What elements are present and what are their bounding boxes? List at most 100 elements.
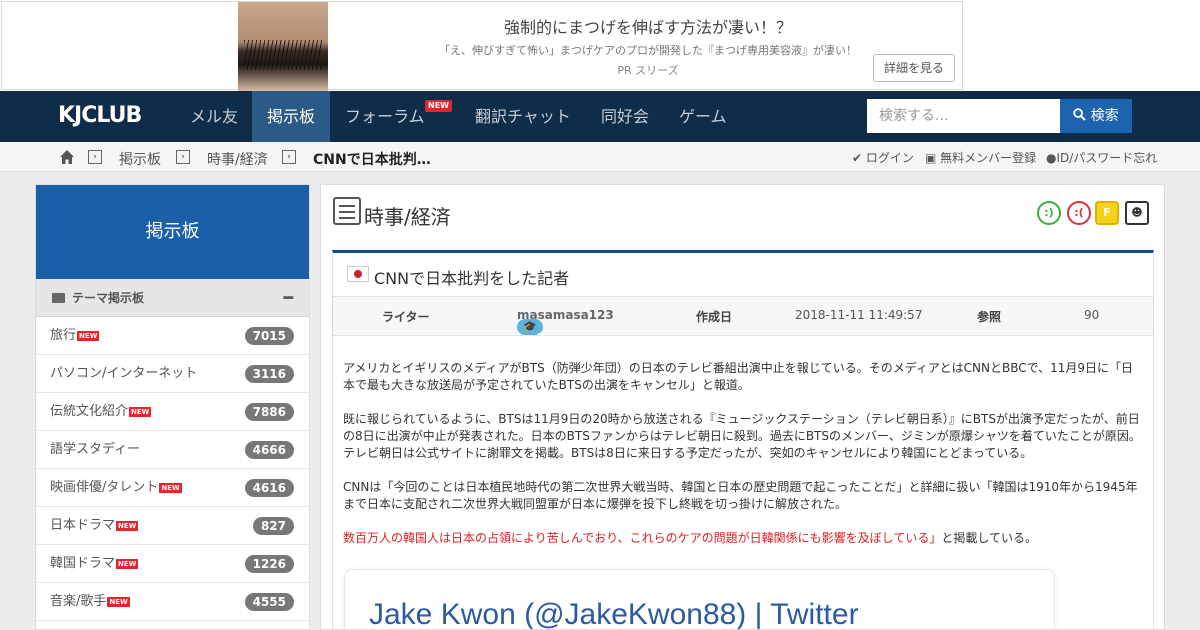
ad-empty-space — [963, 0, 1200, 91]
ad-image[interactable] — [238, 2, 328, 91]
search-input[interactable]: 検索する... — [867, 99, 1060, 133]
nav-item-games[interactable]: ゲーム — [664, 91, 742, 142]
chevron-right-icon: › — [176, 150, 190, 164]
sidebar-header: 掲示板 — [36, 185, 309, 279]
sidebar-section-label: テーマ掲示板 — [72, 291, 145, 305]
check-icon: ✔ — [852, 151, 863, 165]
sidebar-item[interactable]: パソコン/インターネット 3116 — [36, 355, 309, 393]
writer-label: ライター — [382, 310, 430, 324]
ad-sponsor: PR スリーズ — [617, 64, 679, 77]
sidebar: 掲示板 テーマ掲示板 ━ 旅行 NEW 7015 パソコン/インターネット 3116 伝統… — [35, 184, 310, 630]
sidebar-item[interactable]: 伝統文化紹介 NEW 7886 — [36, 393, 309, 431]
new-badge: NEW — [107, 597, 130, 607]
new-badge: NEW — [116, 559, 139, 569]
gift-icon: ▣ — [925, 151, 937, 165]
sidebar-item-label: 韓国ドラマ — [50, 556, 116, 571]
sidebar-item[interactable]: 音楽/歌手 NEW 4555 — [36, 583, 309, 621]
post-paragraph-tail: と掲載している。 — [941, 531, 1037, 545]
chevron-right-icon: › — [88, 150, 102, 164]
post-views: 90 — [1084, 308, 1100, 322]
level-badge: 🎓 2 — [517, 319, 544, 344]
post: CNNで日本批判をした記者 ライター 🎓 2 masamasa123 作成日 2… — [332, 250, 1154, 629]
post-date: 2018-11-11 11:49:57 — [795, 308, 923, 322]
post-title-row: CNNで日本批判をした記者 — [333, 253, 1153, 297]
post-count-badge: 1226 — [244, 555, 294, 573]
register-link[interactable]: ▣ 無料メンバー登録 — [925, 149, 1036, 166]
sidebar-item-label: パソコン/インターネット — [50, 366, 198, 381]
new-badge: NEW — [159, 483, 182, 493]
search-icon — [1073, 108, 1087, 121]
breadcrumb-category[interactable]: 時事/経済 — [207, 149, 268, 169]
breadcrumb: › 掲示板 › 時事/経済 › CNNで日本批判… ✔ ログイン ▣ 無料メンバ… — [0, 142, 1200, 172]
sidebar-item-label: 音楽/歌手 — [50, 594, 107, 609]
login-link[interactable]: ✔ ログイン — [852, 149, 914, 166]
search-button-label: 検索 — [1090, 108, 1119, 124]
angry-icon[interactable]: :( — [1067, 201, 1091, 225]
sidebar-item-label: 映画俳優/タレント — [50, 480, 159, 495]
nav-item-clubs[interactable]: 同好会 — [586, 91, 664, 142]
nav-item-forum[interactable]: フォーラム — [330, 91, 440, 142]
post-meta: ライター 🎓 2 masamasa123 作成日 2018-11-11 11:4… — [333, 297, 1153, 344]
nav-item-mail-friends[interactable]: メル友 — [175, 91, 253, 142]
twitter-embed-title[interactable]: Jake Kwon (@JakeKwon88) | Twitter — [369, 598, 859, 629]
sidebar-item[interactable]: 韓国ドラマ NEW 1226 — [36, 545, 309, 583]
search-button[interactable]: 検索 — [1060, 99, 1132, 133]
breadcrumb-board[interactable]: 掲示板 — [119, 149, 161, 169]
post-count-badge: 827 — [252, 517, 294, 535]
sidebar-item[interactable]: 映画俳優/タレント NEW 4616 — [36, 469, 309, 507]
smile-icon[interactable]: :) — [1037, 201, 1061, 225]
nav-item-translate-chat[interactable]: 翻訳チャット — [460, 91, 586, 142]
highlighted-quote: 数百万人の韓国人は日本の占領により苦しんでおり、これらのケアの問題が日韓関係にも… — [343, 531, 942, 545]
new-badge: NEW — [129, 407, 152, 417]
post-paragraph: 既に報じられているように、BTSは11月9日の20時から放送される『ミュージック… — [343, 412, 1141, 460]
post-count-badge: 4555 — [244, 593, 294, 611]
login-label: ログイン — [865, 151, 914, 165]
post-body: アメリカとイギリスのメディアがBTS（防弾少年団）の日本のテレビ番組出演中止を報… — [343, 360, 1143, 564]
ad-title[interactable]: 強制的にまつげを伸ばす方法が凄い！？ — [332, 14, 964, 38]
question-icon: ● — [1046, 151, 1057, 165]
ad-details-button[interactable]: 詳細を見る — [873, 54, 955, 82]
register-label: 無料メンバー登録 — [940, 151, 1037, 165]
sidebar-item-label: 伝統文化紹介 — [50, 404, 129, 419]
users-icon[interactable]: ☻ — [1125, 201, 1149, 225]
nav-item-board[interactable]: 掲示板 — [252, 91, 331, 142]
sidebar-item-label: 旅行 — [50, 328, 77, 343]
post-paragraph: 数百万人の韓国人は日本の占領により苦しんでおり、これらのケアの問題が日韓関係にも… — [343, 530, 1143, 547]
post-count-badge: 7015 — [244, 327, 294, 345]
ad-banner[interactable]: 強制的にまつげを伸ばす方法が凄い！？ 「え、伸びすぎて怖い」まつげケアのプロが開… — [0, 0, 1200, 91]
japan-flag-icon — [347, 266, 369, 282]
twitter-embed-card[interactable]: Jake Kwon (@JakeKwon88) | Twitter — [344, 569, 1055, 629]
f-badge-icon[interactable]: F — [1095, 201, 1119, 225]
ad-box[interactable]: 強制的にまつげを伸ばす方法が凄い！？ 「え、伸びすぎて怖い」まつげケアのプロが開… — [1, 1, 964, 91]
chevron-right-icon: › — [282, 150, 296, 164]
post-title: CNNで日本批判をした記者 — [374, 269, 570, 288]
sidebar-item[interactable]: 語学スタディー 4666 — [36, 431, 309, 469]
board-title: 時事/経済 — [364, 205, 451, 229]
sidebar-section-theme[interactable]: テーマ掲示板 ━ — [36, 279, 309, 317]
sidebar-item[interactable]: 日本ドラマ NEW 827 — [36, 507, 309, 545]
views-label: 参照 — [977, 310, 1002, 324]
post-paragraph: CNNは「今回のことは日本植民地時代の第二次世界大戦当時、韓国と日本の歴史問題で… — [343, 480, 1138, 511]
sidebar-item-label: 語学スタディー — [50, 442, 141, 457]
ad-subtitle[interactable]: 「え、伸びすぎて怖い」まつげケアのプロが開発した『まつげ専用美容液』が凄い！ — [332, 42, 964, 58]
post-paragraph: アメリカとイギリスのメディアがBTS（防弾少年団）の日本のテレビ番組出演中止を報… — [343, 361, 1134, 392]
post-count-badge: 3116 — [244, 365, 294, 383]
date-label: 作成日 — [696, 310, 733, 324]
post-count-badge: 7886 — [244, 403, 294, 421]
sidebar-item[interactable]: 旅行 NEW 7015 — [36, 317, 309, 355]
post-count-badge: 4616 — [244, 479, 294, 497]
sidebar-item-label: 日本ドラマ — [50, 518, 116, 533]
folder-icon — [52, 293, 65, 303]
breadcrumb-current: CNNで日本批判… — [313, 152, 431, 168]
level-value: 2 — [536, 331, 545, 344]
top-nav: KJCLUB メル友 掲示板 フォーラム NEW 翻訳チャット 同好会 ゲーム … — [0, 91, 1200, 142]
main-content: 時事/経済 :) :( F ☻ CNNで日本批判をした記者 ライター 🎓 2 m… — [320, 184, 1165, 630]
forgot-link[interactable]: ●ID/パスワード忘れ — [1046, 149, 1157, 166]
home-icon[interactable] — [59, 149, 75, 165]
post-count-badge: 4666 — [244, 441, 294, 459]
collapse-icon[interactable]: ━ — [283, 279, 293, 317]
author-info[interactable]: 🎓 2 masamasa123 — [517, 308, 614, 344]
forgot-label: ID/パスワード忘れ — [1056, 151, 1158, 165]
new-badge: NEW — [116, 521, 139, 531]
site-logo[interactable]: KJCLUB — [58, 103, 142, 128]
